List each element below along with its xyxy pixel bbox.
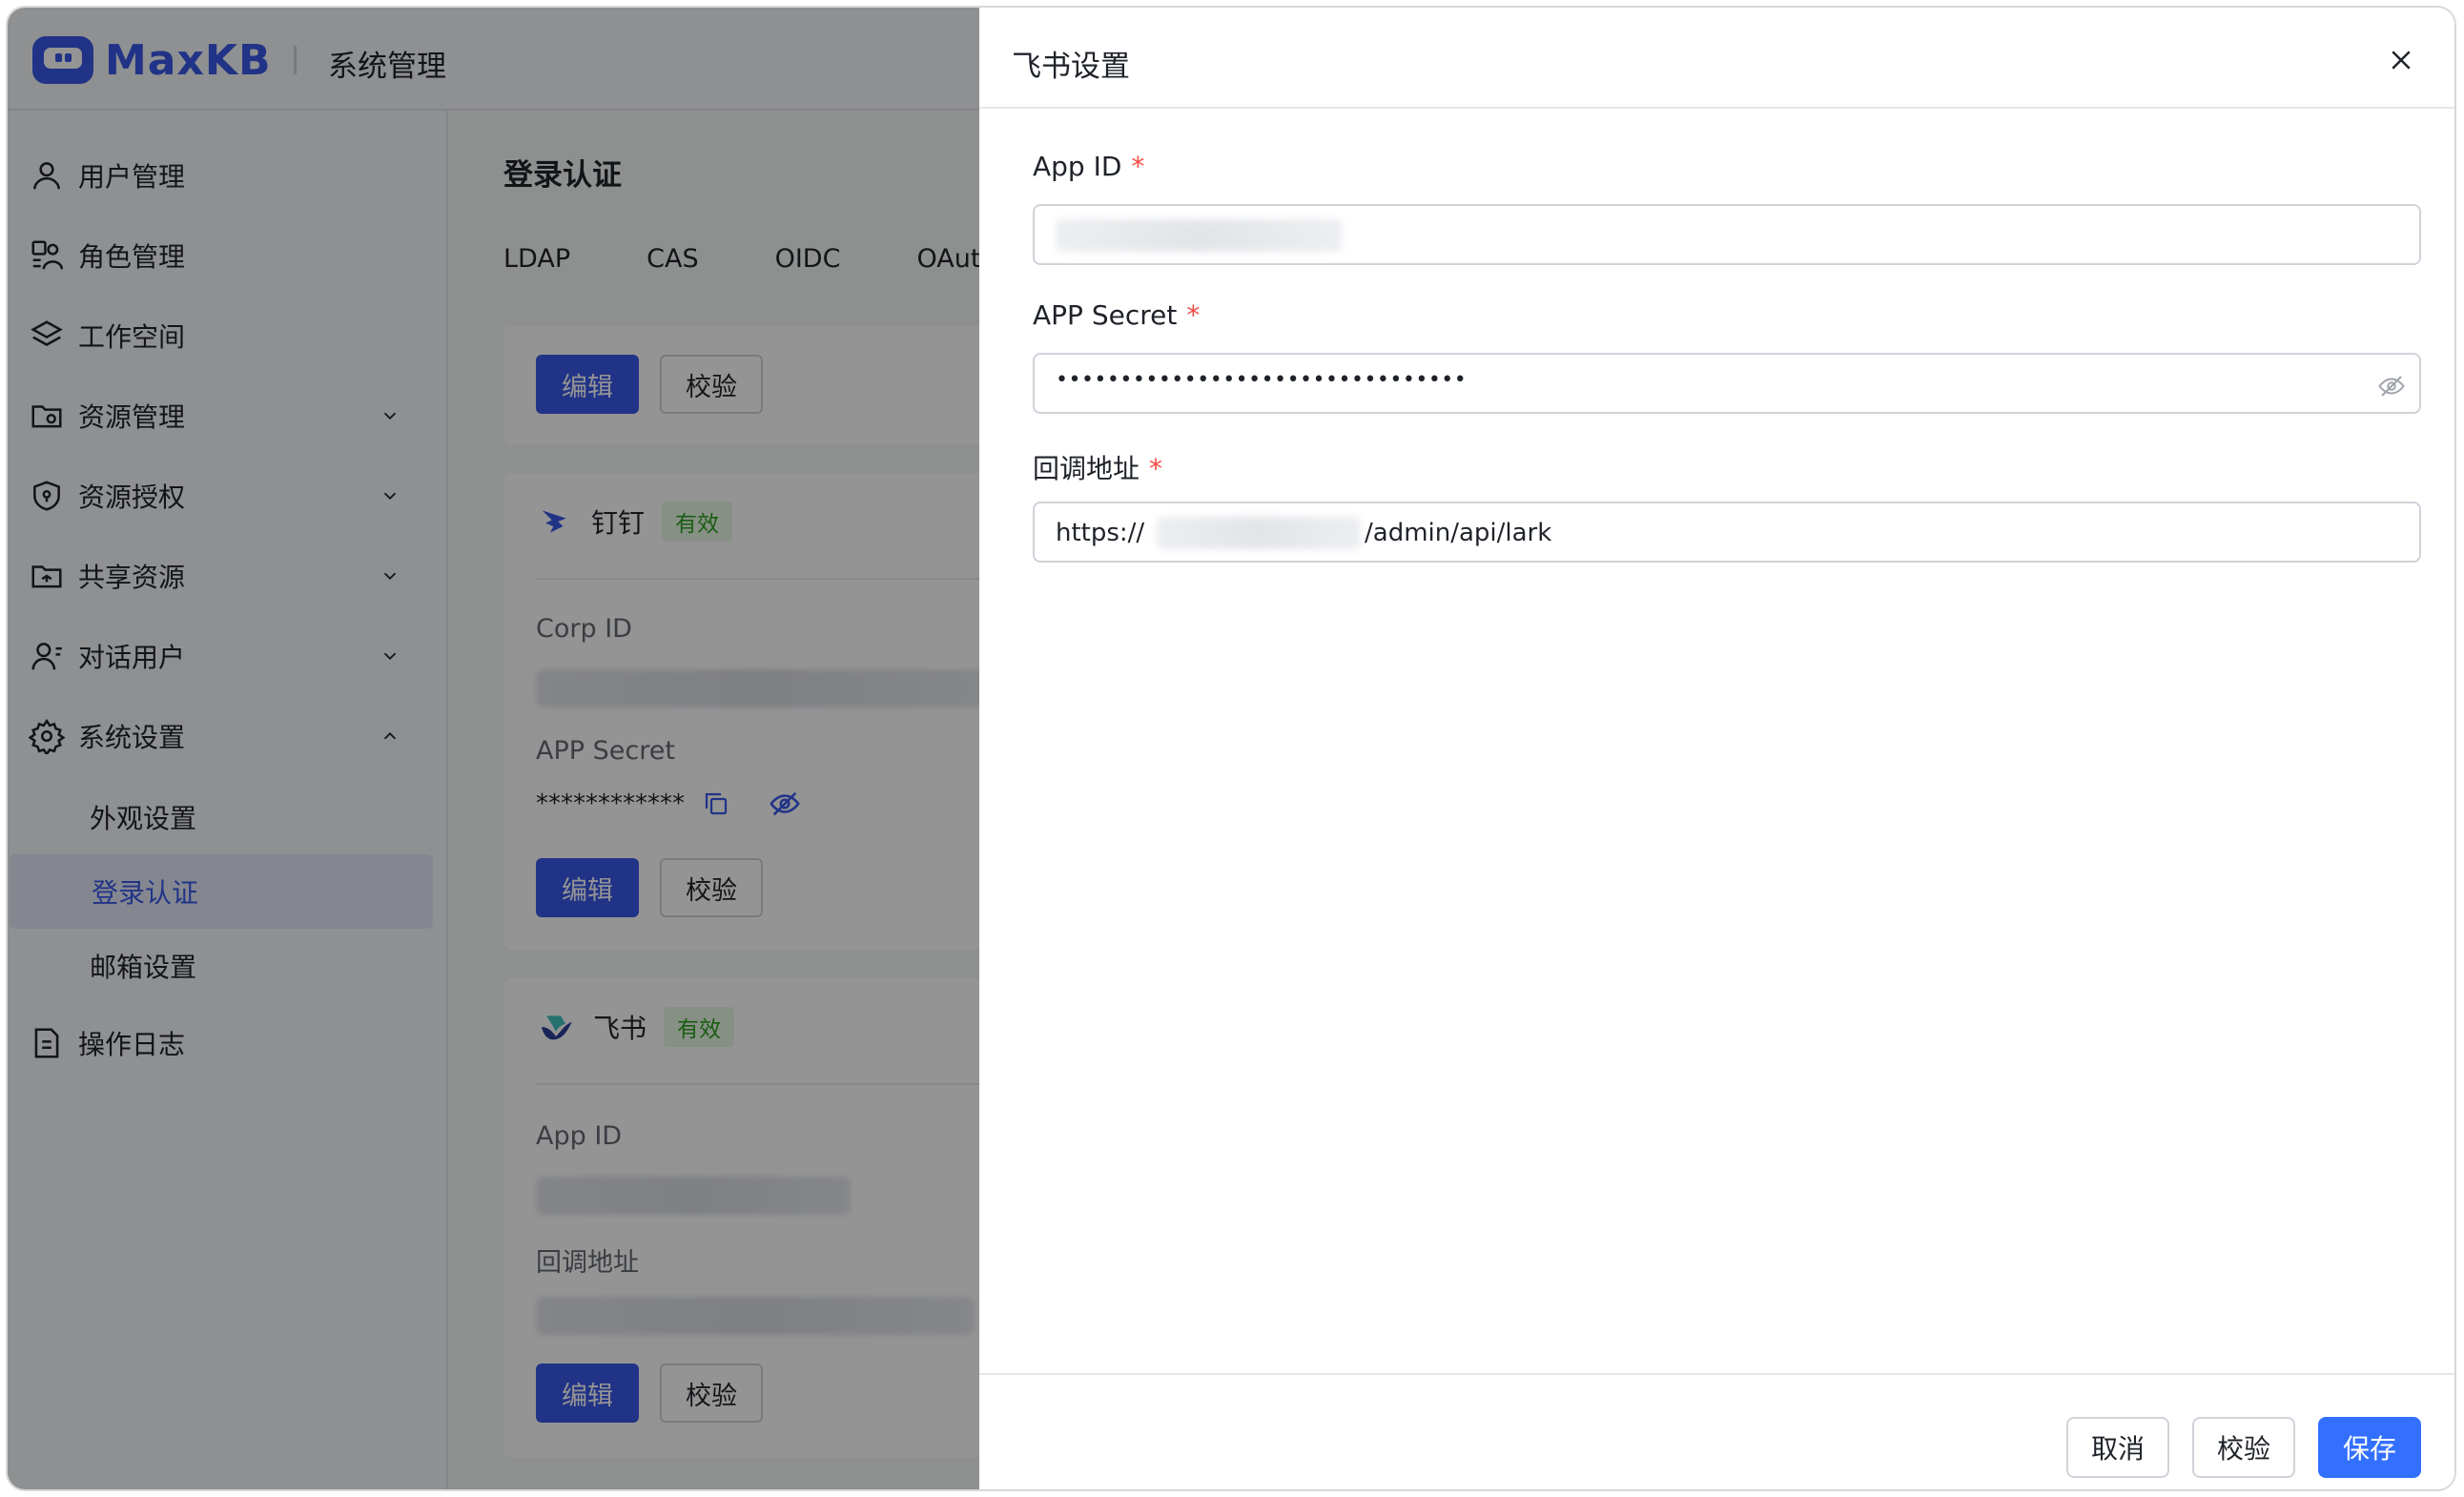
app-id-label-text: App ID (1033, 151, 1122, 182)
callback-url-prefix: https:// (1056, 519, 1145, 547)
lark-settings-drawer: 飞书设置 App ID * APP Secret * •••••••••••••••… (979, 8, 2454, 1489)
callback-url-suffix: /admin/api/lark (1365, 519, 1552, 547)
drawer-title: 飞书设置 (1012, 50, 1130, 84)
app-id-field-label: App ID * (1033, 151, 1144, 182)
required-mark: * (1131, 151, 1145, 182)
cancel-button[interactable]: 取消 (2066, 1417, 2169, 1478)
app-id-input[interactable] (1033, 204, 2421, 265)
app-secret-label-text: APP Secret (1033, 299, 1178, 331)
verify-button[interactable]: 校验 (2192, 1417, 2295, 1478)
callback-url-input[interactable]: https:// /admin/api/lark (1033, 502, 2421, 563)
callback-field-label: 回调地址 * (1033, 448, 1162, 486)
eye-off-icon[interactable] (2377, 372, 2406, 400)
drawer-header: 飞书设置 (979, 8, 2454, 109)
required-mark: * (1149, 453, 1163, 484)
app-id-value-redacted (1056, 219, 1342, 252)
save-button[interactable]: 保存 (2318, 1417, 2421, 1478)
app-secret-input[interactable]: •••••••••••••••••••••••••••••••• (1033, 353, 2421, 414)
callback-host-redacted (1157, 517, 1361, 549)
close-icon[interactable] (2387, 46, 2415, 74)
required-mark: * (1186, 299, 1201, 331)
modal-overlay[interactable] (8, 8, 979, 1489)
drawer-footer: 取消 校验 保存 (979, 1373, 2454, 1489)
callback-label-text: 回调地址 (1033, 453, 1140, 484)
app-secret-value: •••••••••••••••••••••••••••••••• (1056, 368, 1468, 392)
app-secret-field-label: APP Secret * (1033, 299, 1200, 331)
app-window: MaxKB 系统管理 用户管理 角色管理 工作空间 资源管理 资源授权 共享资源… (8, 8, 2454, 1489)
